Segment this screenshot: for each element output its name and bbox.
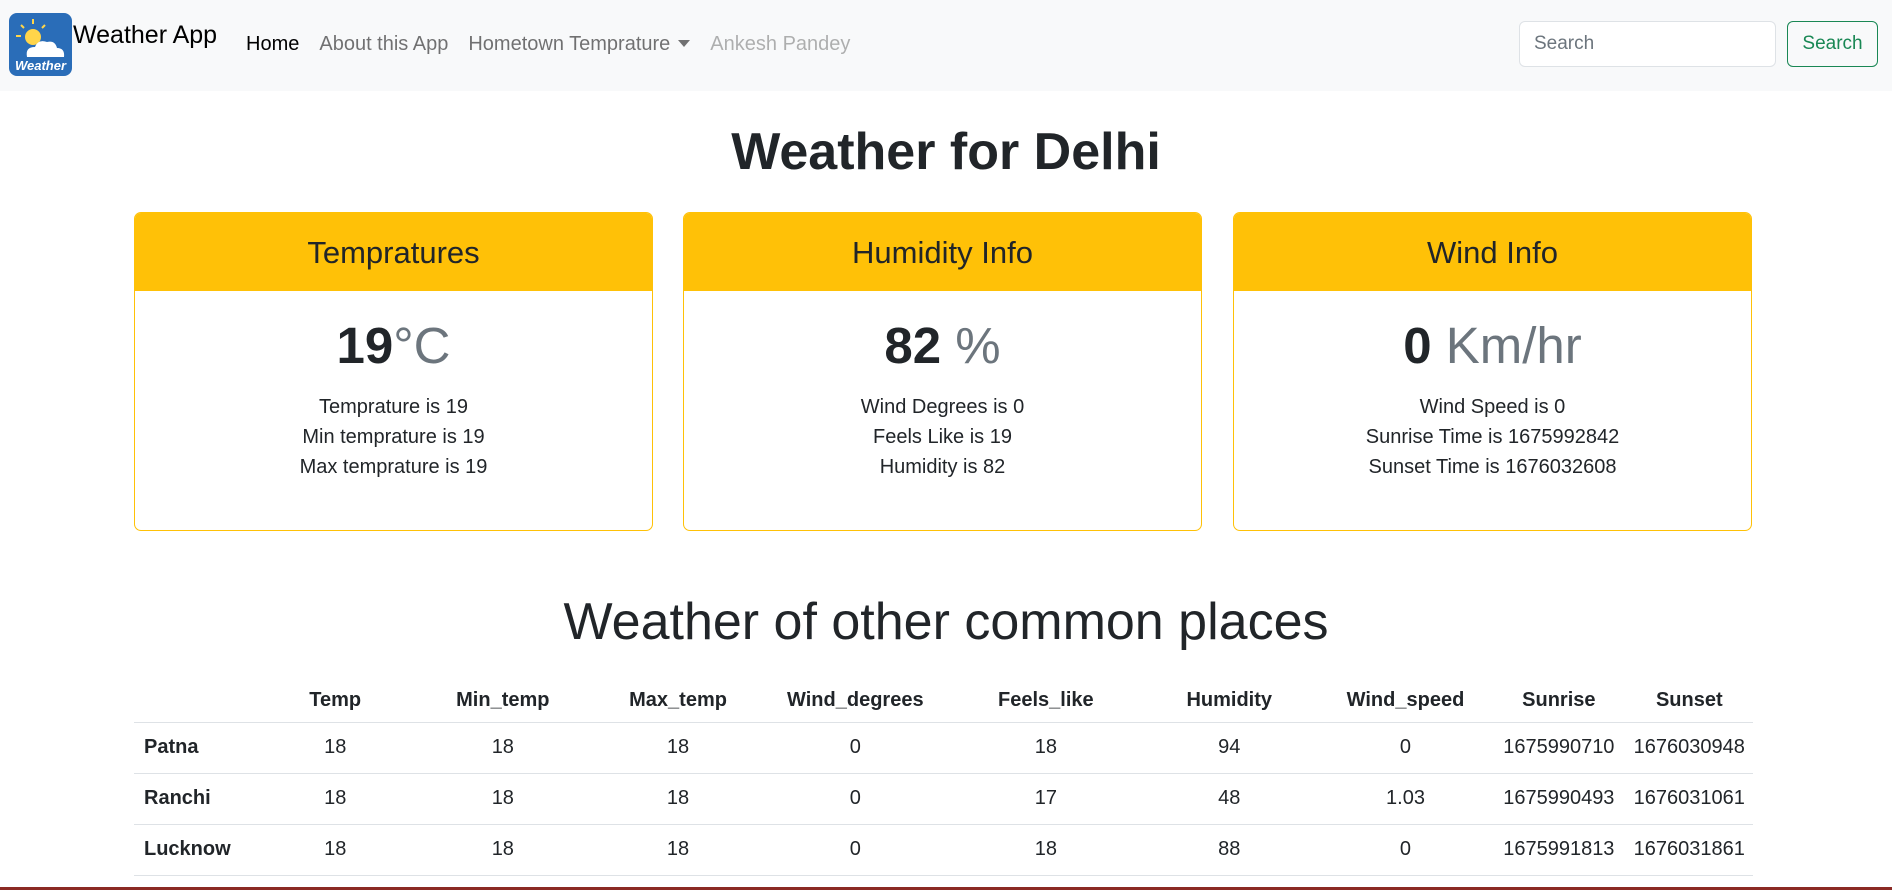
card-details: Wind Speed is 0 Sunrise Time is 16759928… <box>1234 392 1751 482</box>
nav-links: Home About this App Hometown Temprature … <box>246 33 870 56</box>
card-line: Sunset Time is 1676032608 <box>1368 456 1617 478</box>
table-cell: 1676031061 <box>1625 773 1753 825</box>
section-title: Weather of other common places <box>563 593 1329 651</box>
table-cell: 1675990493 <box>1492 773 1626 825</box>
column-header: Temp <box>262 680 409 723</box>
table-cell: 0 <box>1318 722 1493 774</box>
temperature-unit: °C <box>393 317 451 374</box>
nav-hometown-label: Hometown Temprature <box>468 33 671 55</box>
table-cell: 1.03 <box>1318 773 1493 825</box>
card-line: Sunrise Time is 1675992842 <box>1365 426 1620 448</box>
city-name: Lucknow <box>134 824 263 876</box>
column-header: Wind_speed <box>1318 680 1493 723</box>
card-header: Tempratures <box>135 213 652 291</box>
caret-down-icon <box>678 40 691 47</box>
table-cell: 18 <box>262 722 409 774</box>
table-cell: 48 <box>1139 773 1319 825</box>
table-cell: 18 <box>952 824 1140 876</box>
brand-name[interactable]: Weather App <box>73 21 217 50</box>
temperature-card: Tempratures 19°C Temprature is 19 Min te… <box>134 212 653 531</box>
navbar: Weather Weather App Home About this App … <box>0 0 1892 91</box>
table-cell: 0 <box>758 824 953 876</box>
table-cell: 18 <box>262 773 409 825</box>
card-line: Feels Like is 19 <box>873 426 1012 448</box>
other-places-table: Temp Min_temp Max_temp Wind_degrees Feel… <box>134 680 1753 876</box>
card-line: Min temprature is 19 <box>302 426 485 448</box>
table-cell: 18 <box>597 824 759 876</box>
column-header: Min_temp <box>408 680 598 723</box>
table-cell: 18 <box>408 722 598 774</box>
logo-text: Weather <box>14 58 67 73</box>
table-cell: 1675990710 <box>1492 722 1626 774</box>
column-header <box>134 680 263 723</box>
table-cell: 17 <box>952 773 1140 825</box>
search-button[interactable]: Search <box>1787 21 1878 67</box>
column-header: Sunset <box>1625 680 1753 723</box>
humidity-value: 82 <box>884 317 942 374</box>
column-header: Sunrise <box>1492 680 1626 723</box>
weather-logo-icon: Weather <box>9 13 72 76</box>
humidity-card: Humidity Info 82 % Wind Degrees is 0 Fee… <box>683 212 1202 531</box>
card-line: Temprature is 19 <box>319 396 468 418</box>
card-line: Wind Speed is 0 <box>1419 396 1566 418</box>
nav-about[interactable]: About this App <box>319 33 448 56</box>
page-title: Weather for Delhi <box>731 123 1161 181</box>
table-cell: 18 <box>597 722 759 774</box>
card-value: 82 % <box>684 316 1201 375</box>
table-header-row: Temp Min_temp Max_temp Wind_degrees Feel… <box>134 680 1753 723</box>
humidity-unit: % <box>941 317 1001 374</box>
card-line: Max temprature is 19 <box>299 456 488 478</box>
table-cell: 18 <box>262 824 409 876</box>
table-cell: 94 <box>1139 722 1319 774</box>
table-cell: 1675991813 <box>1492 824 1626 876</box>
table-cell: 1676031861 <box>1625 824 1753 876</box>
brand[interactable]: Weather Weather App <box>9 13 217 76</box>
city-name: Patna <box>134 722 263 774</box>
card-value: 0 Km/hr <box>1234 316 1751 375</box>
table-row: Patna 18 18 18 0 18 94 0 1675990710 1676… <box>134 722 1753 774</box>
nav-author: Ankesh Pandey <box>710 33 851 55</box>
nav-home[interactable]: Home <box>246 33 299 56</box>
wind-unit: Km/hr <box>1431 317 1582 374</box>
column-header: Humidity <box>1139 680 1319 723</box>
table-cell: 0 <box>758 722 953 774</box>
temperature-value: 19 <box>336 317 394 374</box>
table-cell: 18 <box>408 773 598 825</box>
card-line: Wind Degrees is 0 <box>860 396 1025 418</box>
nav-hometown-dropdown[interactable]: Hometown Temprature <box>468 33 691 56</box>
column-header: Max_temp <box>597 680 759 723</box>
table-cell: 88 <box>1139 824 1319 876</box>
card-header: Wind Info <box>1234 213 1751 291</box>
city-name: Ranchi <box>134 773 263 825</box>
card-line: Humidity is 82 <box>879 456 1006 478</box>
card-value: 19°C <box>135 316 652 375</box>
wind-card: Wind Info 0 Km/hr Wind Speed is 0 Sunris… <box>1233 212 1752 531</box>
card-details: Temprature is 19 Min temprature is 19 Ma… <box>135 392 652 482</box>
table-cell: 1676030948 <box>1625 722 1753 774</box>
table-cell: 0 <box>758 773 953 825</box>
table-row: Lucknow 18 18 18 0 18 88 0 1675991813 16… <box>134 824 1753 876</box>
card-details: Wind Degrees is 0 Feels Like is 19 Humid… <box>684 392 1201 482</box>
wind-value: 0 <box>1403 317 1432 374</box>
table-cell: 18 <box>597 773 759 825</box>
card-header: Humidity Info <box>684 213 1201 291</box>
column-header: Feels_like <box>952 680 1140 723</box>
search-input[interactable] <box>1519 21 1776 67</box>
table-row: Ranchi 18 18 18 0 17 48 1.03 1675990493 … <box>134 773 1753 825</box>
table-cell: 18 <box>408 824 598 876</box>
column-header: Wind_degrees <box>758 680 953 723</box>
table-cell: 0 <box>1318 824 1493 876</box>
table-cell: 18 <box>952 722 1140 774</box>
